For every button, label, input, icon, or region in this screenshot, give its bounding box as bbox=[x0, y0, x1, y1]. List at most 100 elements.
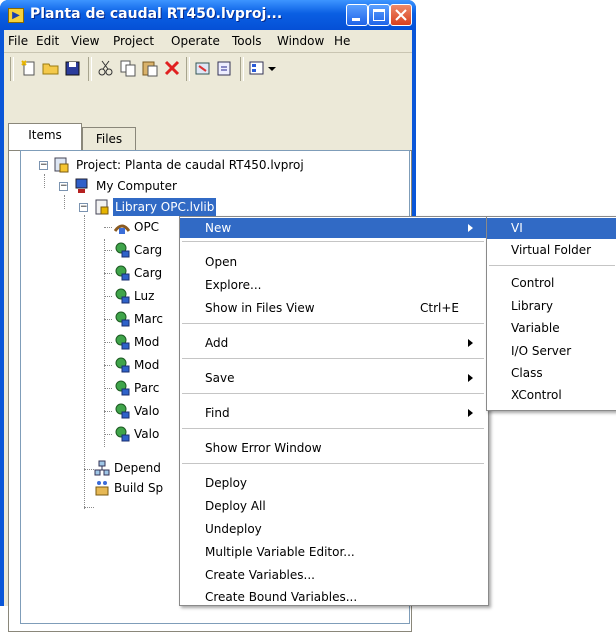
menu-item-create-bound-variables[interactable]: Create Bound Variables... bbox=[180, 587, 486, 607]
copy-icon[interactable] bbox=[119, 59, 137, 77]
menu-item-label: Open bbox=[205, 255, 238, 269]
menu-item-deploy[interactable]: Deploy bbox=[180, 473, 486, 493]
tree-item-label: OPC bbox=[134, 220, 160, 234]
tree-line bbox=[104, 342, 112, 343]
tree-item-label: My Computer bbox=[96, 179, 177, 193]
tree-item-label: Parc bbox=[134, 381, 160, 395]
cut-icon[interactable] bbox=[97, 59, 115, 77]
menu-edit[interactable]: Edit bbox=[36, 34, 59, 48]
collapse-icon[interactable]: − bbox=[59, 182, 68, 191]
tree-item-label: Carg bbox=[134, 243, 163, 257]
menu-bar: File Edit View Project Operate Tools Win… bbox=[4, 30, 412, 53]
menu-item-new[interactable]: New bbox=[180, 218, 486, 238]
menu-operate[interactable]: Operate bbox=[171, 34, 220, 48]
submenu-item-variable[interactable]: Variable bbox=[487, 318, 616, 339]
collapse-icon[interactable]: − bbox=[39, 161, 48, 170]
menu-item-label: I/O Server bbox=[511, 344, 572, 358]
properties-icon[interactable] bbox=[216, 59, 234, 77]
toolbar-separator bbox=[88, 57, 92, 81]
menu-item-label: Class bbox=[511, 366, 543, 380]
tree-line bbox=[104, 273, 112, 274]
menu-separator bbox=[182, 358, 484, 359]
submenu-item-vi[interactable]: VI bbox=[487, 218, 616, 239]
tree-line bbox=[104, 365, 112, 366]
menu-item-save[interactable]: Save bbox=[180, 368, 486, 388]
shared-variable-icon bbox=[115, 403, 130, 419]
menu-separator bbox=[182, 241, 484, 242]
maximize-button[interactable] bbox=[368, 4, 390, 26]
menu-item-explore[interactable]: Explore... bbox=[180, 275, 486, 295]
title-bar[interactable]: ▶ Planta de caudal RT450.lvproj... bbox=[0, 0, 416, 30]
menu-view[interactable]: View bbox=[71, 34, 99, 48]
toolbar bbox=[4, 53, 412, 83]
chevron-down-icon[interactable] bbox=[268, 67, 276, 71]
submenu-item-class[interactable]: Class bbox=[487, 363, 616, 384]
menu-window[interactable]: Window bbox=[277, 34, 324, 48]
new-file-icon[interactable] bbox=[20, 59, 38, 77]
submenu-arrow-icon bbox=[468, 374, 473, 382]
menu-item-deploy-all[interactable]: Deploy All bbox=[180, 496, 486, 516]
tab-files[interactable]: Files bbox=[82, 127, 136, 150]
close-button[interactable] bbox=[390, 4, 412, 26]
build-icon[interactable] bbox=[194, 59, 212, 77]
menu-item-label: VI bbox=[511, 221, 523, 235]
computer-icon bbox=[75, 178, 88, 193]
tree-line bbox=[104, 411, 112, 412]
tree-line bbox=[104, 296, 112, 297]
io-server-icon bbox=[114, 224, 130, 234]
menu-item-label: Variable bbox=[511, 321, 560, 335]
menu-item-label: XControl bbox=[511, 388, 562, 402]
save-all-icon[interactable] bbox=[64, 59, 82, 77]
toolbar-separator bbox=[186, 57, 190, 81]
menu-tools[interactable]: Tools bbox=[232, 34, 262, 48]
submenu-item-io-server[interactable]: I/O Server bbox=[487, 341, 616, 362]
paste-icon[interactable] bbox=[141, 59, 159, 77]
close-icon bbox=[395, 9, 407, 21]
menu-item-show-error-window[interactable]: Show Error Window bbox=[180, 438, 486, 458]
tree-item-label: Luz bbox=[134, 289, 155, 303]
menu-item-show-in-files[interactable]: Show in Files View Ctrl+E bbox=[180, 298, 486, 318]
menu-item-undeploy[interactable]: Undeploy bbox=[180, 519, 486, 539]
menu-help[interactable]: He bbox=[334, 34, 350, 48]
menu-item-create-variables[interactable]: Create Variables... bbox=[180, 565, 486, 585]
tree-item-my-computer[interactable]: − My Computer bbox=[21, 177, 401, 195]
tree-line bbox=[84, 507, 94, 508]
tree-item-project[interactable]: − Project: Planta de caudal RT450.lvproj bbox=[21, 156, 401, 174]
library-icon bbox=[95, 199, 109, 215]
shared-variable-icon bbox=[115, 311, 130, 327]
menu-item-label: Create Bound Variables... bbox=[205, 590, 358, 604]
menu-separator bbox=[182, 323, 484, 324]
menu-project[interactable]: Project bbox=[113, 34, 154, 48]
build-specs-icon bbox=[95, 481, 109, 496]
menu-item-find[interactable]: Find bbox=[180, 403, 486, 423]
menu-item-open[interactable]: Open bbox=[180, 252, 486, 272]
tree-line bbox=[104, 319, 112, 320]
toolbar-separator bbox=[240, 57, 244, 81]
tree-item-label: Mod bbox=[134, 358, 160, 372]
tab-items[interactable]: Items bbox=[8, 123, 82, 150]
menu-separator bbox=[182, 393, 484, 394]
menu-item-add[interactable]: Add bbox=[180, 333, 486, 353]
open-folder-icon[interactable] bbox=[42, 59, 60, 77]
collapse-icon[interactable]: − bbox=[79, 203, 88, 212]
submenu-arrow-icon bbox=[468, 409, 473, 417]
tree-item-library[interactable]: − Library OPC.lvlib bbox=[21, 198, 401, 216]
context-menu: New Open Explore... Show in Files View C… bbox=[179, 216, 489, 606]
menu-item-label: Create Variables... bbox=[205, 568, 315, 582]
view-options-icon[interactable] bbox=[248, 59, 266, 77]
tree-line bbox=[104, 227, 112, 228]
menu-file[interactable]: File bbox=[8, 34, 28, 48]
menu-item-label: Library bbox=[511, 299, 553, 313]
submenu-item-xcontrol[interactable]: XControl bbox=[487, 385, 616, 406]
submenu-arrow-icon bbox=[468, 224, 473, 232]
tree-item-label: Marc bbox=[134, 312, 163, 326]
submenu-item-library[interactable]: Library bbox=[487, 296, 616, 317]
tree-item-label: Carg bbox=[134, 266, 163, 280]
submenu-item-virtual-folder[interactable]: Virtual Folder bbox=[487, 240, 616, 261]
submenu-item-control[interactable]: Control bbox=[487, 273, 616, 294]
menu-item-multiple-variable-editor[interactable]: Multiple Variable Editor... bbox=[180, 542, 486, 562]
delete-icon[interactable] bbox=[163, 59, 181, 77]
minimize-button[interactable] bbox=[346, 4, 368, 26]
menu-separator bbox=[182, 463, 484, 464]
shortcut-label: Ctrl+E bbox=[420, 301, 459, 315]
